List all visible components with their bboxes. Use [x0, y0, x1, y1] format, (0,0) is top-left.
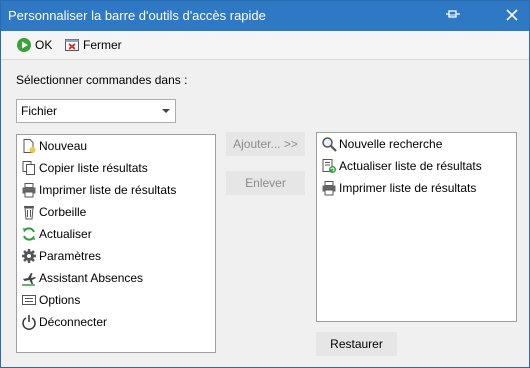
toolbar: OK Fermer [1, 31, 529, 60]
refresh-list-icon [321, 158, 337, 174]
options-icon [21, 292, 37, 308]
list-item[interactable]: Imprimer liste de résultats [21, 180, 176, 200]
copy-icon [21, 160, 37, 176]
item-label: Actualiser [39, 227, 92, 241]
printer-icon [321, 180, 337, 196]
item-label: Imprimer liste de résultats [339, 181, 477, 195]
new-document-icon [21, 138, 37, 154]
close-button[interactable]: Fermer [64, 37, 122, 53]
play-ok-icon [16, 37, 32, 53]
magnifier-icon [321, 136, 337, 152]
item-label: Imprimer liste de résultats [39, 183, 177, 197]
commands-label: Sélectionner commandes dans : [16, 73, 188, 87]
dialog-window: Personnaliser la barre d'outils d'accès … [0, 0, 530, 368]
item-label: Copier liste résultats [39, 161, 148, 175]
list-item[interactable]: Corbeille [21, 202, 86, 222]
list-item[interactable]: Assistant Absences [21, 268, 143, 288]
refresh-icon [21, 226, 37, 242]
ok-button[interactable]: OK [16, 37, 52, 53]
list-item[interactable]: Copier liste résultats [21, 158, 148, 178]
airplane-icon [21, 270, 37, 286]
available-commands-list[interactable]: Nouveau Copier liste résultats Imprimer … [16, 134, 216, 353]
list-item[interactable]: Nouvelle recherche [321, 134, 442, 154]
item-label: Corbeille [39, 205, 87, 219]
window-title: Personnaliser la barre d'outils d'accès … [8, 8, 266, 23]
item-label: Actualiser liste de résultats [339, 159, 482, 173]
chevron-down-icon[interactable] [157, 100, 175, 122]
printer-icon [21, 182, 37, 198]
close-label: Fermer [83, 38, 122, 52]
item-label: Nouveau [39, 139, 88, 153]
close-window-icon [64, 37, 80, 53]
list-item[interactable]: Options [21, 290, 80, 310]
power-icon [21, 314, 37, 330]
list-item[interactable]: Actualiser [21, 224, 92, 244]
close-icon[interactable] [504, 7, 520, 23]
list-item[interactable]: Déconnecter [21, 312, 107, 332]
list-item[interactable]: Imprimer liste de résultats [321, 178, 476, 198]
item-label: Déconnecter [39, 315, 108, 329]
remove-button[interactable]: Enlever [226, 171, 305, 195]
item-label: Nouvelle recherche [339, 137, 443, 151]
commands-dropdown[interactable]: Fichier [16, 99, 176, 123]
trash-icon [21, 204, 37, 220]
add-button[interactable]: Ajouter... >> [226, 132, 305, 156]
item-label: Assistant Absences [39, 271, 144, 285]
list-item[interactable]: Paramètres [21, 246, 101, 266]
ok-label: OK [35, 38, 53, 52]
quick-access-list[interactable]: Nouvelle recherche Actualiser liste de r… [316, 132, 517, 322]
item-label: Options [39, 293, 81, 307]
dropdown-value: Fichier [21, 104, 58, 118]
title-bar: Personnaliser la barre d'outils d'accès … [1, 1, 529, 31]
restore-button[interactable]: Restaurer [316, 332, 397, 356]
list-item[interactable]: Nouveau [21, 136, 87, 156]
list-item[interactable]: Actualiser liste de résultats [321, 156, 482, 176]
pin-icon[interactable] [445, 7, 461, 23]
gear-icon [21, 248, 37, 264]
item-label: Paramètres [39, 249, 102, 263]
